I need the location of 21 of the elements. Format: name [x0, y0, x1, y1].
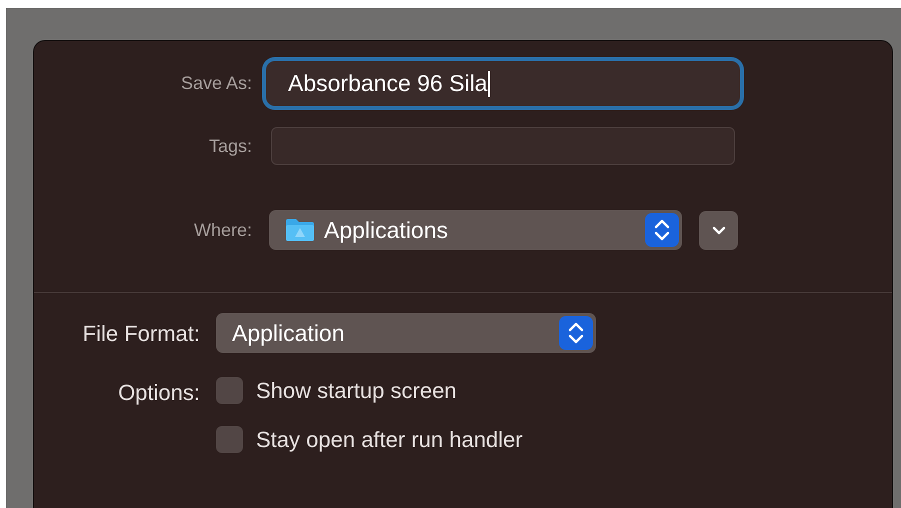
save-as-field[interactable]: Absorbance 96 Sila [266, 61, 740, 106]
file-format-label: File Format: [82, 320, 200, 346]
file-format-dropdown[interactable]: Application [216, 313, 596, 353]
chevron-down-icon [712, 226, 726, 234]
stepper-icon [645, 213, 679, 247]
tags-label: Tags: [208, 136, 252, 156]
save-as-label: Save As: [180, 73, 252, 93]
option-label: Stay open after run handler [256, 426, 523, 454]
tags-field[interactable] [271, 127, 735, 165]
expand-button[interactable] [699, 210, 738, 250]
option-label: Show startup screen [256, 377, 457, 405]
folder-icon [285, 218, 315, 242]
where-value: Applications [324, 216, 450, 245]
checkbox[interactable] [216, 426, 243, 453]
options-label: Options: [118, 380, 200, 405]
file-format-value: Application [232, 318, 346, 348]
where-dropdown[interactable]: Applications [269, 210, 682, 250]
stepper-icon [559, 316, 593, 350]
text-cursor [488, 70, 490, 96]
where-label: Where: [194, 220, 252, 240]
checkbox[interactable] [216, 377, 243, 404]
